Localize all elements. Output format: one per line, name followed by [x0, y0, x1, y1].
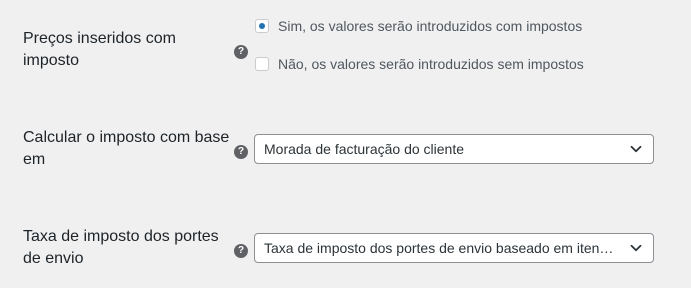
radio-option-without-tax[interactable]: Não, os valores serão introduzidos sem i…: [255, 54, 584, 74]
calculate-based-on-label: Calcular o imposto com base em: [23, 129, 230, 168]
prices-entered-label: Preços inseridos com imposto: [23, 30, 176, 69]
shipping-tax-class-value: Taxa de imposto dos portes de envio base…: [264, 240, 614, 256]
question-circle-icon[interactable]: ?: [234, 145, 248, 159]
tax-settings-form: Preços inseridos com imposto ? Sim, os v…: [0, 0, 691, 288]
chevron-down-icon: [630, 244, 642, 252]
question-circle-icon[interactable]: ?: [234, 45, 248, 59]
chevron-down-icon: [630, 145, 642, 153]
shipping-tax-class-label: Taxa de imposto dos portes de envio: [23, 228, 219, 267]
calculate-based-on-select[interactable]: Morada de facturação do cliente: [254, 134, 654, 164]
radio-option-with-tax[interactable]: Sim, os valores serão introduzidos com i…: [255, 16, 582, 36]
radio-without-tax[interactable]: [255, 57, 269, 71]
radio-with-tax[interactable]: [255, 19, 269, 33]
shipping-tax-class-select[interactable]: Taxa de imposto dos portes de envio base…: [254, 233, 654, 263]
calculate-based-on-value: Morada de facturação do cliente: [264, 141, 465, 157]
radio-without-tax-label[interactable]: Não, os valores serão introduzidos sem i…: [278, 56, 584, 72]
question-circle-icon[interactable]: ?: [234, 244, 248, 258]
radio-with-tax-label[interactable]: Sim, os valores serão introduzidos com i…: [278, 18, 582, 34]
